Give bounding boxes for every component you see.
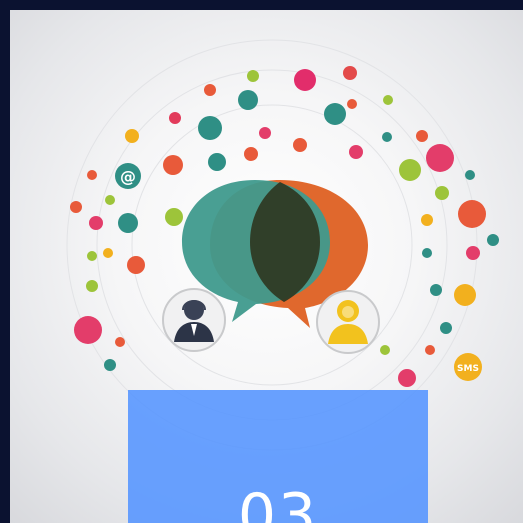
dot-icon bbox=[105, 195, 115, 205]
heart-icon bbox=[198, 116, 222, 140]
dot-icon bbox=[422, 248, 432, 258]
dot-icon bbox=[382, 132, 392, 142]
rss-icon bbox=[169, 112, 181, 124]
male-support-agent-icon bbox=[162, 288, 226, 352]
camera-icon bbox=[127, 256, 145, 274]
thumbs-up-icon bbox=[238, 90, 258, 110]
flower-icon bbox=[294, 69, 316, 91]
dot-icon bbox=[87, 170, 97, 180]
step-number-overlay: 03 bbox=[128, 390, 428, 523]
link-icon bbox=[125, 129, 139, 143]
cart-icon bbox=[458, 200, 486, 228]
female-support-agent-icon bbox=[316, 290, 380, 354]
dot-icon bbox=[259, 127, 271, 139]
dot-icon bbox=[70, 201, 82, 213]
dot-icon bbox=[347, 99, 357, 109]
eye-icon bbox=[349, 145, 363, 159]
dot-icon bbox=[425, 345, 435, 355]
dot-icon bbox=[87, 251, 97, 261]
dot-icon bbox=[86, 280, 98, 292]
dot-icon bbox=[104, 359, 116, 371]
dot-icon bbox=[466, 246, 480, 260]
dot-icon bbox=[293, 138, 307, 152]
dot-icon bbox=[247, 70, 259, 82]
dot-icon bbox=[487, 234, 499, 246]
dot-icon bbox=[383, 95, 393, 105]
at-sign-glyph: @ bbox=[120, 167, 136, 186]
phone-icon bbox=[398, 369, 416, 387]
dot-icon bbox=[204, 84, 216, 96]
dot-icon bbox=[343, 66, 357, 80]
cloud-download-icon bbox=[426, 144, 454, 172]
dot-icon bbox=[440, 322, 452, 334]
link-icon bbox=[454, 284, 476, 306]
dot-icon bbox=[421, 214, 433, 226]
dot-icon bbox=[244, 147, 258, 161]
headphones-icon bbox=[163, 155, 183, 175]
step-number: 03 bbox=[237, 481, 319, 523]
dot-icon bbox=[435, 186, 449, 200]
sms-label: SMS bbox=[457, 364, 479, 374]
dot-icon bbox=[380, 345, 390, 355]
dot-icon bbox=[89, 216, 103, 230]
user-icon bbox=[324, 103, 346, 125]
chat-icon bbox=[399, 159, 421, 181]
dot-icon bbox=[115, 337, 125, 347]
mail-icon bbox=[118, 213, 138, 233]
infographic-frame: @ SMS 03 bbox=[10, 10, 523, 523]
phone-icon bbox=[165, 208, 183, 226]
dot-icon bbox=[416, 130, 428, 142]
dot-icon bbox=[430, 284, 442, 296]
wifi-cloud-icon bbox=[74, 316, 102, 344]
dot-icon bbox=[103, 248, 113, 258]
dot-icon bbox=[465, 170, 475, 180]
star-icon bbox=[208, 153, 226, 171]
